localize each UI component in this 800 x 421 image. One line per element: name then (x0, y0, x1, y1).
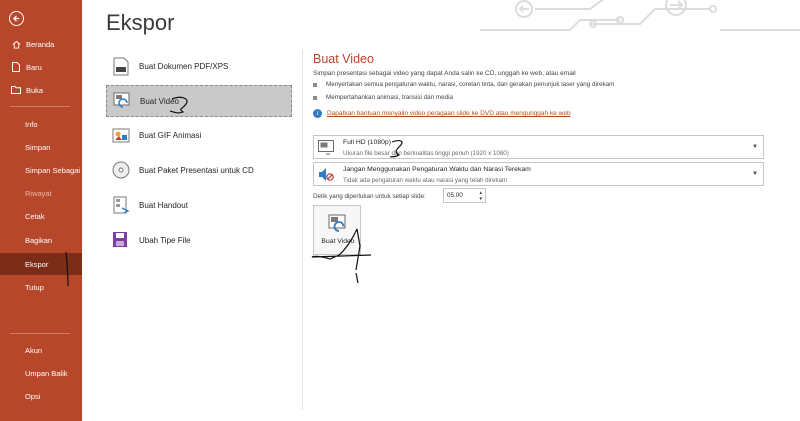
seconds-per-slide-value: 05.00 (447, 192, 463, 199)
home-icon (10, 40, 22, 49)
sidebar-item-umpan-balik[interactable]: Umpan Balik (0, 362, 82, 384)
timing-narration-description: Tidak ada pengaturan waktu atau narasi y… (343, 177, 508, 184)
option-label: Buat Video (140, 96, 179, 106)
help-link[interactable]: i Dapatkan bantuan menyalin video peraga… (313, 109, 571, 118)
presentation-screen-icon (318, 140, 334, 155)
sidebar-item-label: Beranda (26, 39, 55, 49)
sidebar-item-label: Akun (25, 345, 43, 355)
video-quality-dropdown[interactable]: Full HD (1080p) Ukuran file besar dan be… (313, 135, 764, 159)
option-label: Buat GIF Animasi (139, 130, 202, 140)
sidebar-item-opsi[interactable]: Opsi (0, 385, 82, 407)
seconds-per-slide-input[interactable]: 05.00 ▲ ▼ (443, 188, 486, 203)
sidebar-item-label: Riwayat (25, 188, 52, 198)
sidebar-item-tutup[interactable]: Tutup (0, 276, 82, 298)
timing-narration-dropdown[interactable]: Jangan Menggunakan Pengaturan Waktu dan … (313, 162, 764, 186)
back-button[interactable] (9, 11, 24, 26)
bullet-text: Menyertakan semua pengaturan waktu, nara… (326, 81, 615, 88)
option-create-video[interactable]: Buat Video (106, 85, 292, 117)
option-label: Ubah Tipe File (139, 235, 191, 245)
new-document-icon (10, 62, 22, 72)
chevron-down-icon: ▼ (752, 144, 758, 150)
sidebar-item-riwayat[interactable]: Riwayat (0, 182, 82, 204)
sidebar-item-simpan[interactable]: Simpan (0, 136, 82, 158)
sidebar-item-cetak[interactable]: Cetak (0, 205, 82, 227)
sidebar-item-label: Buka (26, 85, 44, 95)
back-arrow-icon (12, 15, 20, 22)
sidebar-item-bagikan[interactable]: Bagikan (0, 229, 82, 251)
sidebar-item-label: Baru (26, 62, 42, 72)
spinner-arrows-icon[interactable]: ▲ ▼ (479, 190, 483, 202)
circuit-decoration-icon (480, 0, 800, 31)
panel-title: Buat Video (313, 52, 374, 66)
create-video-button[interactable]: Buat Video (313, 205, 361, 255)
sidebar-item-label: Opsi (25, 391, 41, 401)
no-narration-icon (319, 168, 334, 181)
panel-description: Simpan presentasi sebagai video yang dap… (313, 70, 576, 77)
create-video-button-label: Buat Video (321, 238, 355, 245)
sidebar-item-label: Info (25, 119, 38, 129)
video-quality-value: Full HD (1080p) (343, 139, 391, 146)
sidebar-item-info[interactable]: Info (0, 113, 82, 135)
pdf-document-icon (111, 56, 131, 76)
page-title: Ekspor (106, 10, 175, 35)
option-label: Buat Dokumen PDF/XPS (139, 61, 229, 71)
option-create-cd-package[interactable]: Buat Paket Presentasi untuk CD (106, 154, 292, 186)
file-type-icon (111, 230, 131, 250)
handout-icon (111, 195, 131, 215)
video-icon (328, 214, 346, 232)
backstage-sidebar: Beranda Baru Buka Info Simpan Simpan Seb… (0, 0, 82, 421)
feature-bullet: Mempertahankan animasi, transisi dan med… (313, 94, 453, 101)
sidebar-item-label: Umpan Balik (25, 368, 68, 378)
option-create-pdf-xps[interactable]: Buat Dokumen PDF/XPS (106, 50, 292, 82)
sidebar-item-akun[interactable]: Akun (0, 339, 82, 361)
seconds-per-slide-label: Detik yang diperlukan untuk setiap slide… (313, 193, 426, 200)
option-create-gif[interactable]: Buat GIF Animasi (106, 119, 292, 151)
sidebar-item-buka[interactable]: Buka (0, 79, 82, 101)
sidebar-item-label: Ekspor (25, 259, 49, 269)
cd-icon (111, 160, 131, 180)
sidebar-item-label: Cetak (25, 211, 45, 221)
video-quality-description: Ukuran file besar dan berkualitas tinggi… (343, 150, 509, 157)
bullet-text: Mempertahankan animasi, transisi dan med… (326, 94, 454, 101)
sidebar-item-baru[interactable]: Baru (0, 56, 82, 78)
bullet-square-icon (313, 95, 317, 100)
sidebar-item-label: Simpan Sebagai (25, 165, 81, 175)
section-divider (302, 50, 303, 410)
feature-bullet: Menyertakan semua pengaturan waktu, nara… (313, 81, 614, 88)
sidebar-divider (10, 333, 70, 334)
option-label: Buat Handout (139, 200, 188, 210)
sidebar-divider (10, 106, 70, 107)
sidebar-item-label: Simpan (25, 142, 51, 152)
gif-icon (111, 125, 131, 145)
info-icon: i (313, 109, 322, 118)
timing-narration-value: Jangan Menggunakan Pengaturan Waktu dan … (343, 166, 531, 173)
folder-icon (10, 86, 22, 94)
option-create-handout[interactable]: Buat Handout (106, 189, 292, 221)
sidebar-item-simpan-sebagai[interactable]: Simpan Sebagai (0, 159, 82, 181)
sidebar-item-beranda[interactable]: Beranda (0, 33, 82, 55)
option-change-file-type[interactable]: Ubah Tipe File (106, 224, 292, 256)
bullet-square-icon (313, 82, 317, 87)
help-link-text[interactable]: Dapatkan bantuan menyalin video peragaan… (327, 110, 571, 117)
sidebar-item-label: Bagikan (25, 235, 53, 245)
sidebar-item-label: Tutup (25, 282, 44, 292)
option-label: Buat Paket Presentasi untuk CD (139, 165, 254, 175)
sidebar-item-ekspor[interactable]: Ekspor (0, 253, 82, 275)
video-icon (112, 91, 132, 111)
chevron-down-icon: ▼ (752, 171, 758, 177)
